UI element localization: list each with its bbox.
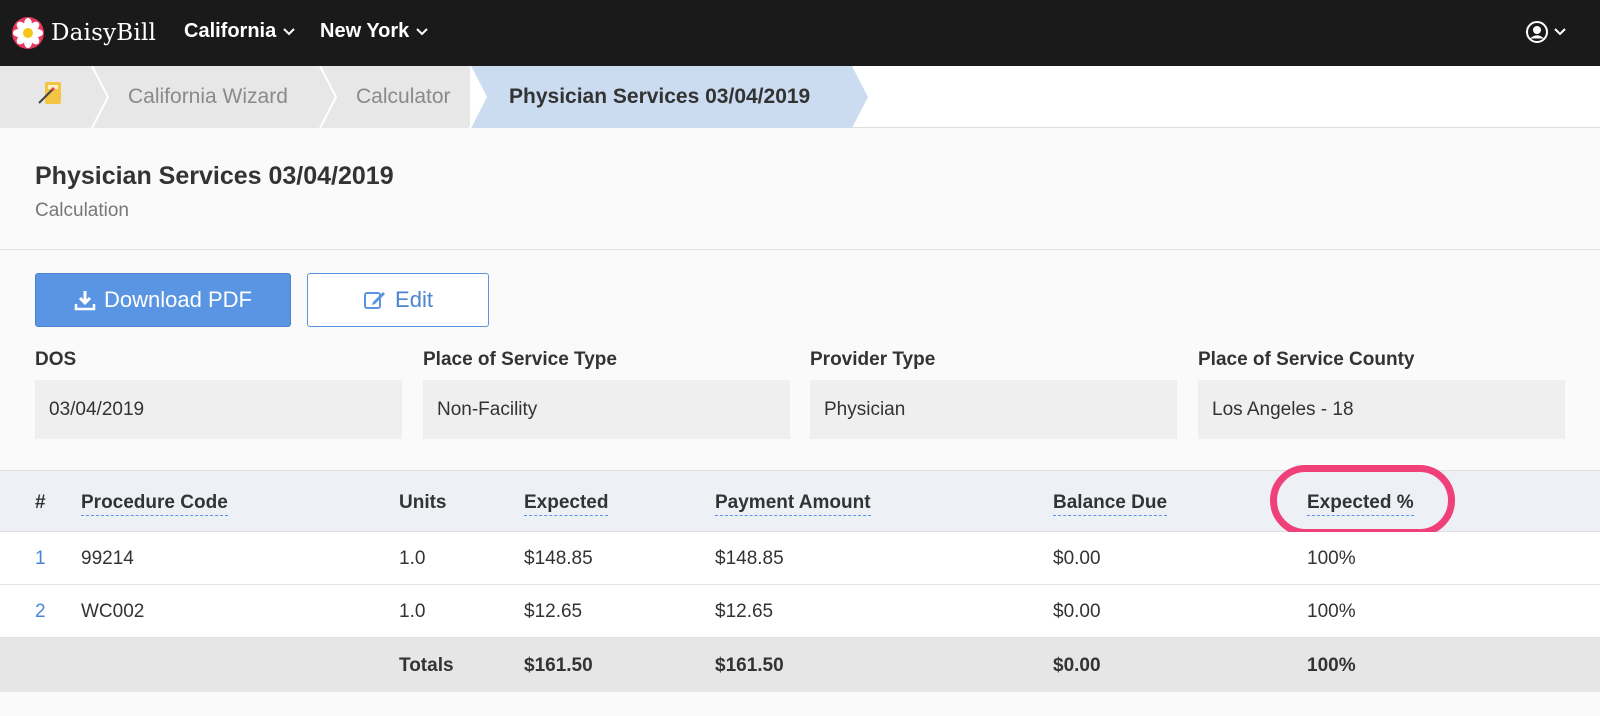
cell-procedure-code: 99214: [81, 548, 134, 569]
totals-expected-percent: 100%: [1307, 655, 1356, 676]
column-units: Units: [399, 492, 447, 513]
edit-icon: [364, 292, 386, 309]
field-label-dos: DOS: [35, 349, 77, 370]
cell-expected-percent: 100%: [1307, 548, 1356, 569]
cell-expected: $12.65: [524, 601, 583, 622]
page-title: Physician Services 03/04/2019: [35, 162, 394, 190]
row-number-link[interactable]: 2: [35, 601, 46, 623]
calculator-wand-icon: [36, 79, 66, 115]
field-value-provider-type: Physician: [810, 380, 1177, 439]
chevron-down-icon: [416, 27, 429, 35]
table-totals-row: Totals $161.50 $161.50 $0.00 100%: [0, 638, 1600, 692]
nav-new-york-label: New York: [320, 20, 410, 42]
field-value-pos-county: Los Angeles - 18: [1198, 380, 1565, 439]
cell-expected: $148.85: [524, 548, 593, 569]
nav-new-york[interactable]: New York: [320, 20, 429, 43]
cell-payment-amount: $148.85: [715, 548, 784, 569]
daisy-icon: [12, 17, 44, 49]
cell-units: 1.0: [399, 601, 426, 622]
cell-payment-amount: $12.65: [715, 601, 774, 622]
column-payment-amount[interactable]: Payment Amount: [715, 492, 871, 516]
cell-procedure-code: WC002: [81, 601, 145, 622]
cell-expected-percent: 100%: [1307, 601, 1356, 622]
table-row: 1 99214 1.0 $148.85 $148.85 $0.00 100%: [0, 532, 1600, 585]
download-pdf-label: Download PDF: [104, 287, 252, 312]
totals-label: Totals: [399, 655, 454, 676]
chevron-down-icon: [283, 27, 295, 35]
cell-units: 1.0: [399, 548, 426, 569]
edit-button[interactable]: Edit: [307, 273, 489, 327]
cell-balance-due: $0.00: [1053, 548, 1101, 569]
nav-california[interactable]: California: [184, 20, 295, 43]
table-row: 2 WC002 1.0 $12.65 $12.65 $0.00 100%: [0, 585, 1600, 638]
row-number-link[interactable]: 1: [35, 548, 46, 570]
column-expected[interactable]: Expected: [524, 492, 609, 516]
brand-name: DaisyBill: [51, 20, 157, 46]
column-number: #: [35, 492, 46, 513]
breadcrumb: California Wizard Calculator Physician S…: [0, 66, 1600, 128]
field-label-pos-county: Place of Service County: [1198, 349, 1415, 370]
edit-label: Edit: [395, 287, 433, 312]
totals-payment-amount: $161.50: [715, 655, 784, 676]
download-pdf-button[interactable]: Download PDF: [35, 273, 291, 327]
breadcrumb-home[interactable]: [36, 66, 76, 128]
totals-balance-due: $0.00: [1053, 655, 1101, 676]
field-value-dos: 03/04/2019: [35, 380, 402, 439]
nav-california-label: California: [184, 20, 277, 42]
highlight-annotation: [1270, 465, 1455, 536]
brand-logo[interactable]: DaisyBill: [11, 16, 156, 50]
cell-balance-due: $0.00: [1053, 601, 1101, 622]
download-icon: [74, 291, 96, 311]
page-subtitle: Calculation: [35, 200, 129, 221]
column-procedure-code[interactable]: Procedure Code: [81, 492, 228, 516]
field-label-pos-type: Place of Service Type: [423, 349, 617, 370]
top-navbar: DaisyBill California New York: [0, 0, 1600, 66]
column-balance-due[interactable]: Balance Due: [1053, 492, 1168, 516]
totals-expected: $161.50: [524, 655, 593, 676]
chevron-down-icon: [1554, 28, 1566, 36]
user-icon: [1526, 21, 1548, 43]
field-value-pos-type: Non-Facility: [423, 380, 790, 439]
breadcrumb-california-wizard[interactable]: California Wizard: [128, 66, 288, 128]
page-header: Physician Services 03/04/2019 Calculatio…: [0, 140, 1600, 250]
field-label-provider-type: Provider Type: [810, 349, 936, 370]
user-menu[interactable]: [1525, 20, 1566, 44]
breadcrumb-calculator[interactable]: Calculator: [356, 66, 451, 128]
breadcrumb-current: Physician Services 03/04/2019: [509, 85, 811, 108]
